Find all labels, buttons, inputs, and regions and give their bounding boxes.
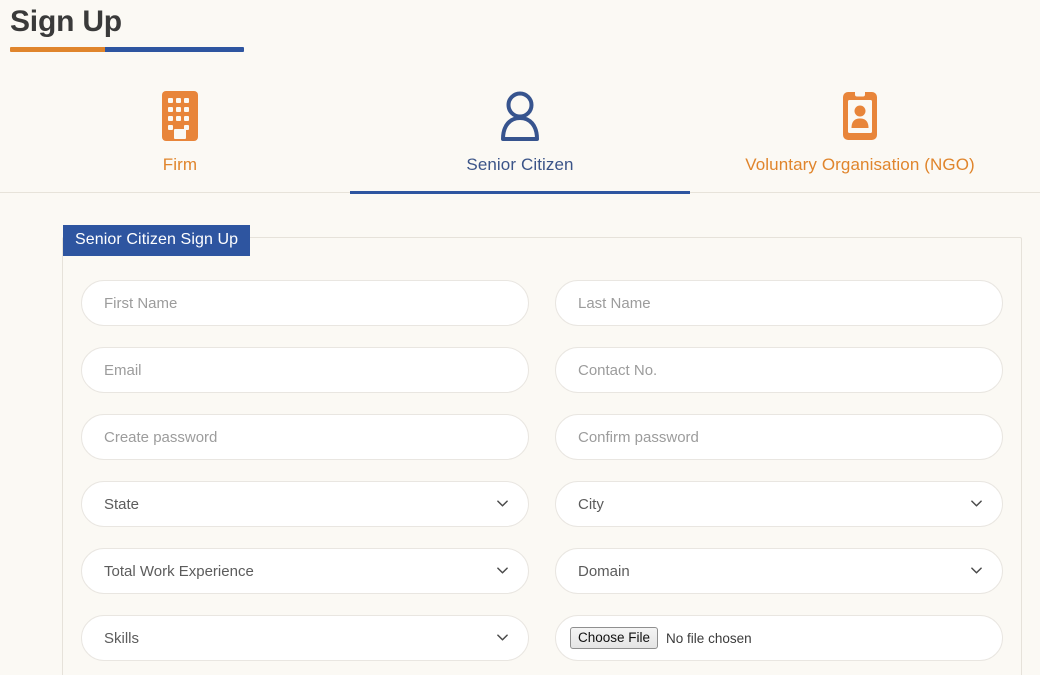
skills-select[interactable]: Skills [81,615,529,661]
signup-form-card: Senior Citizen Sign Up First Name Last N… [62,225,1022,675]
id-badge-icon [690,89,1030,143]
tab-label-firm: Firm [162,155,198,174]
page-header: Sign Up [0,0,1040,52]
file-chosen-status: No file chosen [666,630,752,646]
last-name-input[interactable]: Last Name [555,280,1003,326]
chevron-down-icon [497,498,508,509]
first-name-placeholder: First Name [104,294,178,312]
person-icon [350,89,690,143]
chevron-down-icon [971,498,982,509]
signup-form-section: Senior Citizen Sign Up First Name Last N… [0,193,1040,675]
email-input[interactable]: Email [81,347,529,393]
chevron-down-icon [497,565,508,576]
signup-type-tabs: Firm Senior Citizen Voluntary Organisati… [0,75,1040,194]
domain-select-value: Domain [578,562,630,580]
resume-upload-field[interactable]: Choose File No file chosen [555,615,1003,661]
file-input-control[interactable]: Choose File No file chosen [570,627,752,649]
state-select-value: State [104,495,140,513]
city-select[interactable]: City [555,481,1003,527]
choose-file-button[interactable]: Choose File [570,627,659,649]
form-card-badge: Senior Citizen Sign Up [63,225,251,256]
create-password-input[interactable]: Create password [81,414,529,460]
tab-label-voluntary-organisation: Voluntary Organisation (NGO) [745,155,975,174]
contact-no-input[interactable]: Contact No. [555,347,1003,393]
confirm-password-input[interactable]: Confirm password [555,414,1003,460]
tab-voluntary-organisation[interactable]: Voluntary Organisation (NGO) [690,75,1030,194]
state-select[interactable]: State [81,481,529,527]
rule-segment-orange [10,47,105,52]
tab-firm[interactable]: Firm [10,75,350,194]
signup-form-grid: First Name Last Name Email Contact No. C… [81,276,1003,661]
chevron-down-icon [497,632,508,643]
page-title: Sign Up [10,5,122,38]
city-select-value: City [578,495,604,513]
confirm-password-placeholder: Confirm password [578,428,699,446]
create-password-placeholder: Create password [104,428,218,446]
building-icon [10,89,350,143]
work-experience-select[interactable]: Total Work Experience [81,548,529,594]
contact-no-placeholder: Contact No. [578,361,658,379]
chevron-down-icon [971,565,982,576]
email-placeholder: Email [104,361,142,379]
first-name-input[interactable]: First Name [81,280,529,326]
work-experience-select-value: Total Work Experience [104,562,254,580]
skills-select-value: Skills [104,629,140,647]
title-underline-rule [10,47,244,52]
tab-senior-citizen[interactable]: Senior Citizen [350,75,690,194]
rule-segment-blue [105,47,244,52]
last-name-placeholder: Last Name [578,294,651,312]
tab-label-senior-citizen: Senior Citizen [466,155,574,174]
domain-select[interactable]: Domain [555,548,1003,594]
